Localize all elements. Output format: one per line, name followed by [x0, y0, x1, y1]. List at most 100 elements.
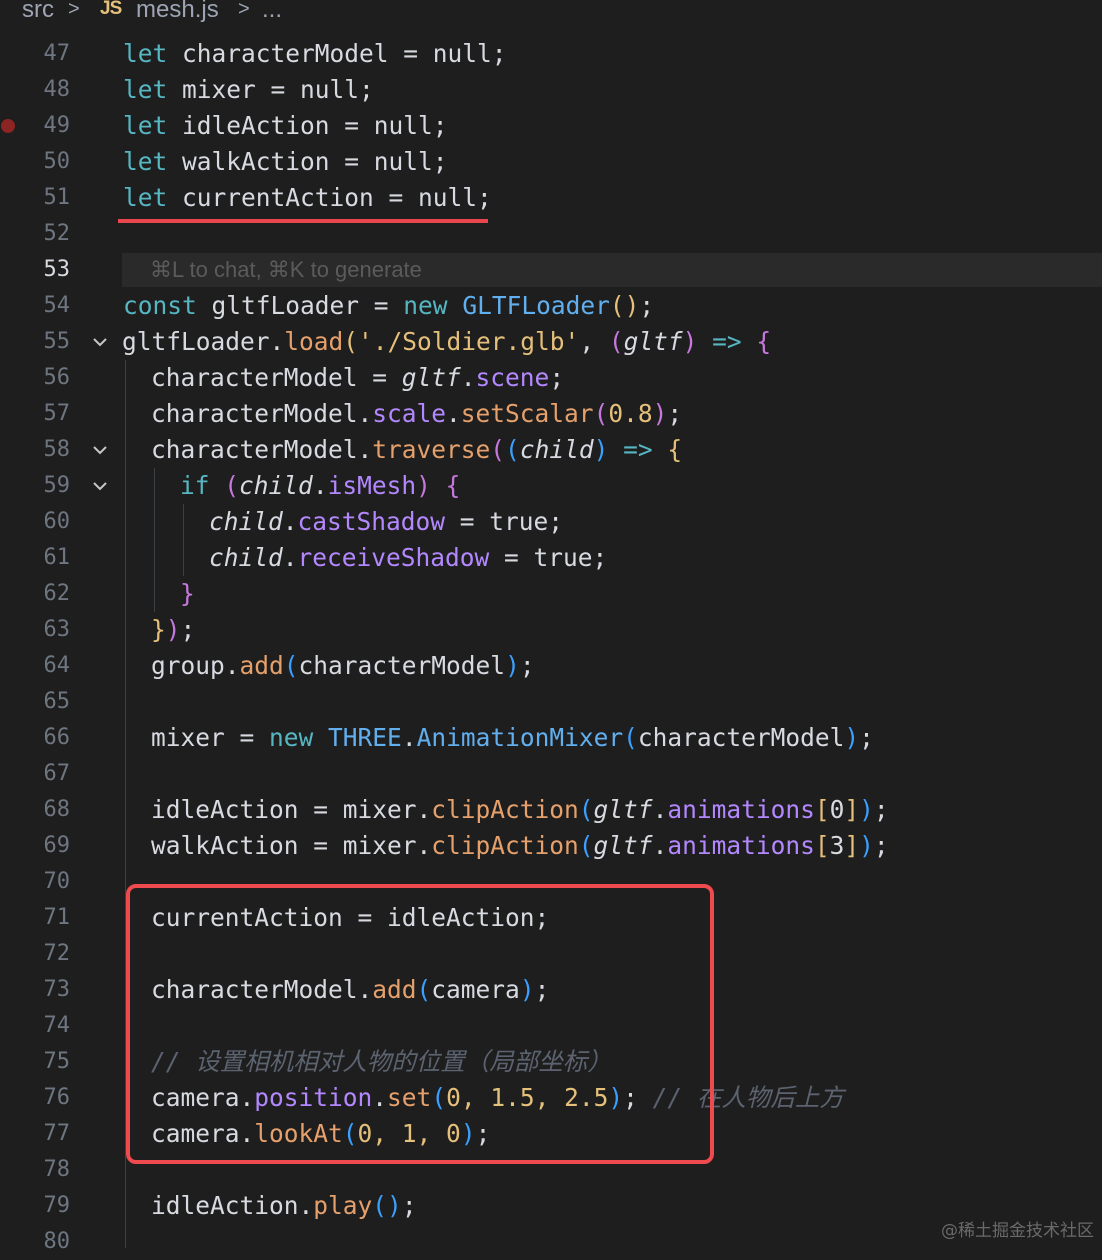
line-number: 65 [43, 689, 71, 714]
code-text: ; [639, 291, 655, 320]
class-name: GLTFLoader [462, 291, 610, 320]
code-text: ; [549, 363, 565, 392]
bracket: ] [844, 831, 860, 860]
code-line-47[interactable]: let characterModel = null; [123, 36, 507, 72]
paren: ( [224, 471, 240, 500]
param: child [239, 471, 313, 500]
line-number: 56 [43, 365, 71, 390]
code-line-49[interactable]: let idleAction = null; [123, 108, 448, 144]
fold-chevron-down-icon[interactable] [90, 468, 110, 504]
code-text: = true; [445, 507, 564, 536]
code-text: ; [873, 795, 889, 824]
code-text: idleAction. [151, 1191, 314, 1220]
code-line-64[interactable]: group.add(characterModel); [151, 648, 535, 684]
fold-chevron-down-icon[interactable] [90, 324, 110, 360]
line-number: 60 [43, 509, 71, 534]
red-underline-annotation [118, 219, 488, 223]
paren: ) [416, 471, 431, 500]
keyword-if: if [180, 471, 210, 500]
param: gltf [593, 795, 653, 824]
code-line-58[interactable]: characterModel.traverse((child) => { [151, 432, 682, 468]
code-line-63[interactable]: }); [151, 612, 195, 648]
paren: ) [624, 291, 640, 320]
breadcrumb-folder-src[interactable]: src [22, 0, 54, 24]
ai-inline-hint: ⌘L to chat, ⌘K to generate [150, 257, 422, 282]
brace: } [151, 615, 166, 644]
line-number: 71 [43, 905, 71, 930]
paren: ) [859, 795, 874, 824]
code-line-57[interactable]: characterModel.scale.setScalar(0.8); [151, 396, 682, 432]
line-number: 54 [43, 293, 71, 318]
line-number: 66 [43, 725, 71, 750]
code-text: ; [401, 1191, 417, 1220]
property: castShadow [297, 507, 446, 536]
paren: ) [844, 723, 860, 752]
paren: ) [652, 399, 668, 428]
code-text: . [652, 831, 668, 860]
code-text: idleAction = mixer. [151, 795, 432, 824]
property: isMesh [327, 471, 417, 500]
code-line-68[interactable]: idleAction = mixer.clipAction(gltf.anima… [151, 792, 889, 828]
keyword-const: const [123, 291, 197, 320]
code-text: . [652, 795, 668, 824]
code-text: . [401, 723, 417, 752]
code-text: ; [873, 831, 889, 860]
line-number: 80 [43, 1229, 71, 1254]
code-text: group. [151, 651, 240, 680]
string-literal: './Soldier.glb' [358, 327, 580, 356]
breadcrumb-file-mesh-js[interactable]: mesh.js [136, 0, 219, 24]
paren: ( [283, 651, 299, 680]
code-line-48[interactable]: let mixer = null; [123, 72, 374, 108]
code-line-61[interactable]: child.receiveShadow = true; [209, 540, 607, 576]
paren: ) [387, 1191, 402, 1220]
code-text: ; [859, 723, 874, 752]
bracket: ] [844, 795, 860, 824]
code-line-54[interactable]: const gltfLoader = new GLTFLoader(); [123, 288, 654, 324]
method-name: clipAction [431, 795, 579, 824]
code-text: ; [180, 615, 196, 644]
line-number: 72 [43, 941, 71, 966]
property: animations [667, 795, 815, 824]
paren: ( [372, 1191, 388, 1220]
param: child [519, 435, 594, 464]
keyword-let: let [123, 111, 168, 140]
method-name: setScalar [460, 399, 594, 428]
arrow-operator: => [712, 327, 742, 356]
param: gltf [593, 831, 653, 860]
code-line-59[interactable]: if (child.isMesh) { [180, 468, 460, 504]
namespace: THREE [328, 723, 402, 752]
property: scene [475, 363, 550, 392]
keyword-let: let [123, 75, 168, 104]
indent-guide [154, 468, 155, 612]
paren: ( [578, 795, 594, 824]
code-line-79[interactable]: idleAction.play(); [151, 1188, 417, 1224]
code-text: gltfLoader. [122, 327, 285, 356]
code-line-50[interactable]: let walkAction = null; [123, 144, 448, 180]
code-line-60[interactable]: child.castShadow = true; [209, 504, 563, 540]
method-name: clipAction [431, 831, 579, 860]
line-number: 55 [43, 329, 71, 354]
line-number: 47 [43, 41, 71, 66]
fold-chevron-down-icon[interactable] [90, 432, 110, 468]
brace: } [180, 579, 195, 608]
code-line-56[interactable]: characterModel = gltf.scene; [151, 360, 564, 396]
method-name: add [239, 651, 284, 680]
brace: { [667, 435, 683, 464]
code-line-55[interactable]: gltfLoader.load('./Soldier.glb', (gltf) … [122, 324, 771, 360]
code-line-69[interactable]: walkAction = mixer.clipAction(gltf.anima… [151, 828, 889, 864]
breadcrumb-symbol-ellipsis[interactable]: ... [262, 0, 282, 24]
paren: ( [593, 399, 609, 428]
watermark: @稀土掘金技术社区 [941, 1221, 1094, 1241]
code-line-62[interactable]: } [180, 576, 195, 612]
code-text: . [460, 363, 476, 392]
javascript-file-icon: JS [100, 0, 122, 19]
code-line-51[interactable]: let currentAction = null; [123, 180, 492, 216]
breadcrumb-separator: > [68, 0, 80, 20]
code-line-66[interactable]: mixer = new THREE.AnimationMixer(charact… [151, 720, 874, 756]
line-number: 67 [43, 761, 71, 786]
keyword-let: let [123, 39, 168, 68]
